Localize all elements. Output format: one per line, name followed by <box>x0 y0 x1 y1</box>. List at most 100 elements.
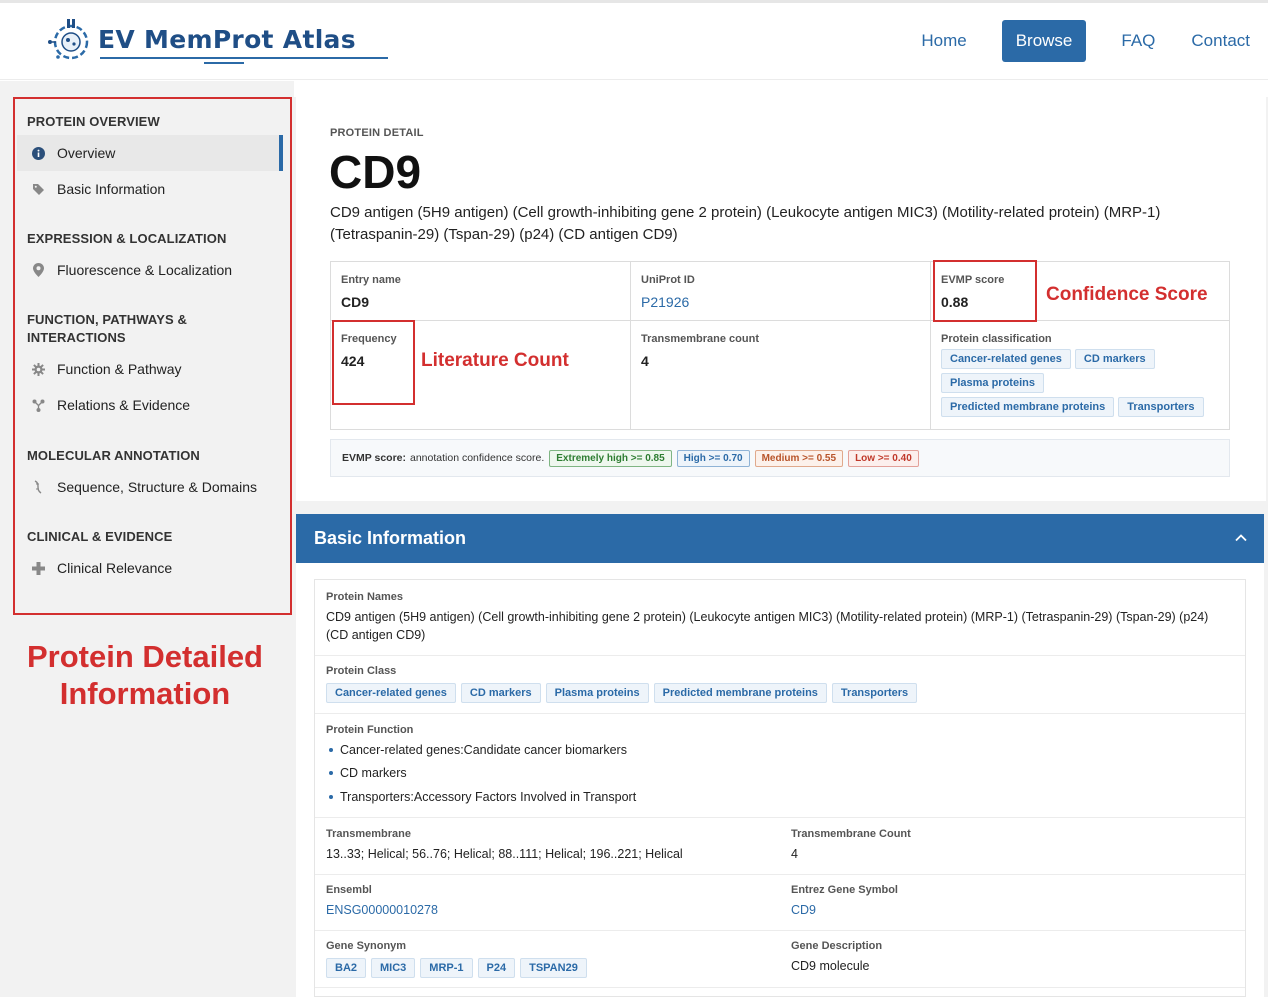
transmembrane-label: Transmembrane <box>326 828 411 840</box>
protein-class-tags: Cancer-related genes CD markers Plasma p… <box>326 683 922 703</box>
basic-information-header[interactable]: Basic Information <box>296 514 1264 563</box>
function-text: Cancer-related genes:Candidate cancer bi… <box>340 742 627 757</box>
classification-tag[interactable]: Plasma proteins <box>941 373 1044 393</box>
protein-title: CD9 <box>329 146 422 198</box>
gear-icon <box>31 362 45 376</box>
protein-class-tag[interactable]: Cancer-related genes <box>326 683 456 703</box>
divider <box>315 817 1245 818</box>
transmembrane-value: 13..33; Helical; 56..76; Helical; 88..11… <box>326 847 683 861</box>
synonym-tag: P24 <box>477 958 516 978</box>
classification-cell: Protein classification Cancer-related ge… <box>931 321 1229 429</box>
protein-names-line1: CD9 antigen (5H9 antigen) (Cell growth-i… <box>326 610 1209 624</box>
sidebar-item-sequence-structure[interactable]: Sequence, Structure & Domains <box>17 469 283 505</box>
nav-home[interactable]: Home <box>903 20 984 62</box>
sidebar-item-overview[interactable]: Overview <box>17 135 283 171</box>
protein-class-label: Protein Class <box>326 665 397 677</box>
nav-browse[interactable]: Browse <box>1001 20 1087 62</box>
entrez-label: Entrez Gene Symbol <box>791 884 898 896</box>
sidebar-item-label: Fluorescence & Localization <box>57 262 233 278</box>
protein-class-tag[interactable]: CD markers <box>460 683 541 703</box>
confidence-score-highlight <box>933 260 1037 322</box>
transmembrane-count-label: Transmembrane Count <box>791 828 911 840</box>
tm-count-label: Transmembrane count <box>641 333 759 345</box>
basic-information-title: Basic Information <box>314 528 467 548</box>
sidebar-item-clinical-relevance[interactable]: Clinical Relevance <box>17 550 283 586</box>
synonym-tag: MRP-1 <box>420 958 473 978</box>
logo-text: EV MemProt Atlas <box>98 25 356 54</box>
divider <box>315 655 1245 656</box>
entry-name-label: Entry name <box>341 274 401 286</box>
classification-tag[interactable]: Transporters <box>1118 397 1204 417</box>
gene-synonym-label: Gene Synonym <box>326 940 407 952</box>
function-text: CD markers <box>340 766 407 781</box>
sidebar-item-label: Function & Pathway <box>57 361 182 377</box>
legend-badge-medium: Medium >= 0.55 <box>754 449 844 467</box>
uniprot-cell: UniProt ID P21926 <box>631 262 931 321</box>
gene-description-label: Gene Description <box>791 940 883 952</box>
classification-label: Protein classification <box>941 333 1052 345</box>
network-icon <box>31 398 45 412</box>
classification-tag[interactable]: CD markers <box>1074 349 1155 369</box>
sidebar-item-label: Overview <box>57 145 116 161</box>
logo-emblem-icon <box>48 19 89 60</box>
sidebar-section-function: FUNCTION, PATHWAYS & INTERACTIONS <box>27 312 187 345</box>
protein-names-label: Protein Names <box>326 591 404 603</box>
gene-synonym-tags: BA2 MIC3 MRP-1 P24 TSPAN29 <box>326 958 592 978</box>
sidebar-item-relations-evidence[interactable]: Relations & Evidence <box>17 387 283 423</box>
entrez-link[interactable]: CD9 <box>791 903 816 917</box>
transmembrane-count-value: 4 <box>791 847 798 861</box>
sidebar-item-label: Relations & Evidence <box>57 397 191 413</box>
protein-class-tag[interactable]: Transporters <box>831 683 918 703</box>
info-icon <box>31 146 45 160</box>
classification-tag[interactable]: Predicted membrane proteins <box>941 397 1115 417</box>
classification-tag[interactable]: Cancer-related genes <box>941 349 1071 369</box>
sidebar-section-molecular: MOLECULAR ANNOTATION <box>27 448 200 463</box>
sidebar-item-function-pathway[interactable]: Function & Pathway <box>17 351 283 387</box>
divider <box>315 987 1245 988</box>
nav-faq[interactable]: FAQ <box>1103 20 1173 62</box>
protein-class-tag[interactable]: Plasma proteins <box>545 683 649 703</box>
nav-contact[interactable]: Contact <box>1173 20 1268 62</box>
protein-detail-label: PROTEIN DETAIL <box>330 127 424 139</box>
sidebar-item-label: Sequence, Structure & Domains <box>57 479 257 495</box>
classification-tags: Cancer-related genes CD markers Plasma pr… <box>941 349 1221 421</box>
entry-name-value: CD9 <box>341 294 370 310</box>
legend-badge-low: Low >= 0.40 <box>848 449 919 467</box>
divider <box>315 930 1245 931</box>
logo-underline-accent <box>204 62 244 64</box>
legend-text: annotation confidence score. <box>410 452 545 464</box>
divider <box>315 713 1245 714</box>
tm-count-cell: Transmembrane count 4 <box>631 321 931 429</box>
sidebar-section-protein-overview: PROTEIN OVERVIEW <box>27 114 160 129</box>
protein-names-line2: (CD antigen CD9) <box>326 628 426 642</box>
sidebar-section-clinical: CLINICAL & EVIDENCE <box>27 529 173 544</box>
uniprot-link[interactable]: P21926 <box>641 294 689 310</box>
ensembl-label: Ensembl <box>326 884 372 896</box>
ensembl-link[interactable]: ENSG00000010278 <box>326 903 438 917</box>
list-item: Cancer-related genes:Candidate cancer bi… <box>326 738 636 762</box>
map-pin-icon <box>31 263 45 277</box>
chevron-up-icon[interactable] <box>1234 531 1248 545</box>
list-item: CD markers <box>326 762 636 786</box>
tag-icon <box>31 182 45 196</box>
protein-class-tag[interactable]: Predicted membrane proteins <box>653 683 827 703</box>
legend-badge-extremely-high: Extremely high >= 0.85 <box>549 449 672 467</box>
annotation-confidence-score: Confidence Score <box>1046 284 1208 305</box>
bullet-icon <box>329 771 333 776</box>
annotation-literature-count: Literature Count <box>421 350 569 371</box>
protein-sidebar: PROTEIN OVERVIEW Overview Basic Informat… <box>13 97 292 615</box>
entry-name-cell: Entry name CD9 <box>331 262 631 321</box>
site-header: EV MemProt Atlas Home Browse FAQ Contact <box>0 3 1268 80</box>
sidebar-item-fluorescence[interactable]: Fluorescence & Localization <box>17 252 283 288</box>
tm-count-value: 4 <box>641 353 649 369</box>
sidebar-item-label: Basic Information <box>57 181 166 197</box>
sidebar-section-expression: EXPRESSION & LOCALIZATION <box>27 231 227 246</box>
site-logo[interactable]: EV MemProt Atlas <box>46 15 396 67</box>
logo-underline <box>100 57 388 59</box>
main-nav: Home Browse FAQ Contact <box>903 20 1268 62</box>
protein-function-label: Protein Function <box>326 724 414 736</box>
divider <box>315 874 1245 875</box>
synonym-tag: MIC3 <box>371 958 416 978</box>
legend-badge-high: High >= 0.70 <box>676 449 750 467</box>
sidebar-item-basic-information[interactable]: Basic Information <box>17 171 283 207</box>
